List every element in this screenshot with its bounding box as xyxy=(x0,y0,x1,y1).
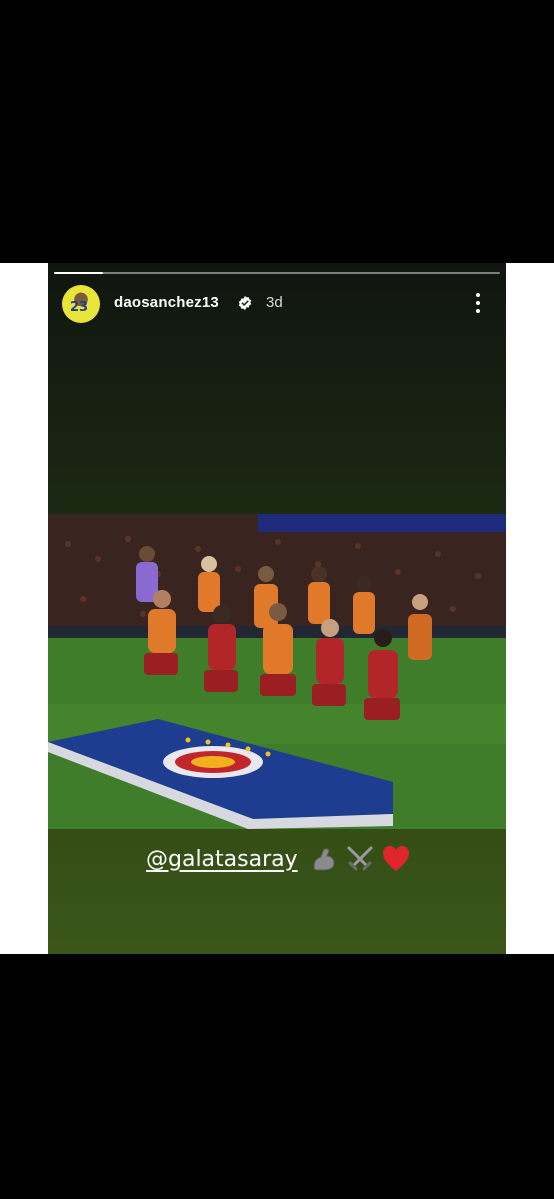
mention-link[interactable]: @galatasaray xyxy=(146,847,298,872)
top-black-area xyxy=(0,0,554,263)
avatar[interactable]: 23 xyxy=(62,285,100,323)
verified-badge-icon xyxy=(238,296,252,310)
flexed-biceps-emoji xyxy=(313,848,335,871)
team-photo xyxy=(48,514,506,829)
username[interactable]: daosanchez13 xyxy=(114,294,219,311)
caption-emojis xyxy=(308,843,412,875)
left-white-margin xyxy=(0,263,48,954)
more-vertical-icon[interactable] xyxy=(468,291,488,315)
story-progress-fill xyxy=(54,272,104,274)
crossed-swords-emoji xyxy=(347,846,373,871)
story-progress-bar xyxy=(54,272,500,274)
avatar-jersey-number: 23 xyxy=(70,300,89,315)
story-caption: @galatasaray xyxy=(146,843,412,875)
story-viewer[interactable]: 23 daosanchez13 3d @galatasaray xyxy=(48,263,506,954)
bottom-black-area xyxy=(0,954,554,1199)
red-heart-emoji xyxy=(382,846,409,871)
story-header: 23 daosanchez13 3d xyxy=(62,285,492,325)
right-white-margin xyxy=(506,263,554,954)
story-timestamp: 3d xyxy=(266,294,283,311)
